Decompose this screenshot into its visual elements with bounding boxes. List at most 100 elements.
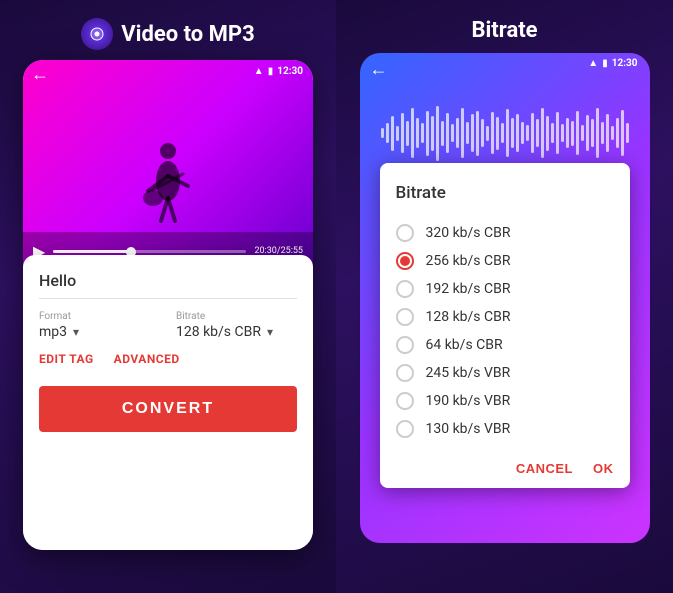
status-time-right: 12:30: [612, 58, 638, 69]
radio-options-container: 320 kb/s CBR 256 kb/s CBR 192 kb/s CBR 128 …: [396, 219, 614, 443]
convert-form: Hello Format mp3 ▾ Bitrate 128 kb/s CBR …: [23, 255, 313, 550]
radio-option-2[interactable]: 256 kb/s CBR: [396, 247, 614, 275]
radio-option-3[interactable]: 192 kb/s CBR: [396, 275, 614, 303]
radio-label-3: 192 kb/s CBR: [426, 281, 511, 297]
waveform-bar: [571, 121, 574, 146]
guitarist-image: [133, 126, 203, 240]
waveform-bar: [411, 108, 414, 158]
waveform-bar: [466, 122, 469, 144]
format-select[interactable]: mp3 ▾: [39, 324, 160, 340]
radio-option-6[interactable]: 245 kb/s VBR: [396, 359, 614, 387]
signal-icon: ▲: [254, 66, 264, 77]
radio-label-6: 245 kb/s VBR: [426, 365, 511, 381]
bitrate-select[interactable]: 128 kb/s CBR ▾: [176, 324, 297, 340]
waveform-bar: [526, 125, 529, 141]
waveform-bar: [396, 126, 399, 141]
battery-icon: ▮: [268, 66, 274, 77]
radio-circle-2: [396, 252, 414, 270]
radio-inner-2: [400, 256, 410, 266]
waveform-bar: [591, 119, 594, 147]
bitrate-dropdown-arrow: ▾: [267, 325, 273, 339]
waveform-bar: [486, 126, 489, 141]
bitrate-label: Bitrate: [176, 311, 297, 322]
file-name: Hello: [39, 271, 297, 290]
progress-bar[interactable]: [53, 250, 246, 253]
waveform-bar: [506, 109, 509, 157]
radio-circle-8: [396, 420, 414, 438]
convert-button[interactable]: CONVERT: [39, 386, 297, 432]
waveform-bar: [501, 123, 504, 143]
waveform-bar: [616, 118, 619, 148]
waveform-bar: [551, 123, 554, 143]
dialog-actions: CANCEL OK: [396, 453, 614, 476]
battery-icon-right: ▮: [602, 58, 608, 69]
waveform-bar: [606, 114, 609, 152]
form-row: Format mp3 ▾ Bitrate 128 kb/s CBR ▾: [39, 311, 297, 340]
radio-option-4[interactable]: 128 kb/s CBR: [396, 303, 614, 331]
phone-left: ▲ ▮ 12:30 ←: [23, 60, 313, 550]
radio-label-1: 320 kb/s CBR: [426, 225, 511, 241]
waveform-bar: [456, 118, 459, 148]
advanced-link[interactable]: ADVANCED: [114, 352, 180, 366]
waveform-bar: [626, 123, 629, 143]
waveform-area: [360, 93, 650, 173]
waveform-bar: [491, 112, 494, 154]
radio-circle-6: [396, 364, 414, 382]
waveform-bar: [576, 111, 579, 155]
format-label: Format: [39, 311, 160, 322]
radio-label-5: 64 kb/s CBR: [426, 337, 503, 353]
signal-icon-right: ▲: [588, 58, 598, 69]
radio-option-8[interactable]: 130 kb/s VBR: [396, 415, 614, 443]
radio-label-8: 130 kb/s VBR: [426, 421, 511, 437]
waveform-bar: [426, 111, 429, 156]
format-dropdown-arrow: ▾: [73, 325, 79, 339]
cancel-button[interactable]: CANCEL: [516, 461, 573, 476]
radio-circle-1: [396, 224, 414, 242]
waveform-bar: [596, 108, 599, 158]
radio-option-1[interactable]: 320 kb/s CBR: [396, 219, 614, 247]
waveform-bar: [386, 123, 389, 143]
video-area: ▲ ▮ 12:30 ←: [23, 60, 313, 270]
radio-circle-7: [396, 392, 414, 410]
waveform-bar: [581, 125, 584, 141]
back-arrow-left[interactable]: ←: [31, 64, 49, 85]
right-panel: Bitrate ▲ ▮ 12:30 ← Bitrate 320 kb/s CBR…: [336, 0, 673, 593]
waveform-bar: [481, 119, 484, 147]
waveform-bar: [496, 117, 499, 150]
bitrate-dialog: Bitrate 320 kb/s CBR256 kb/s CBR192 kb/s…: [380, 163, 630, 488]
music-icon: [81, 18, 113, 50]
waveform-bar: [556, 112, 559, 154]
radio-circle-3: [396, 280, 414, 298]
waveform-bar: [586, 115, 589, 151]
waveform-bar: [511, 118, 514, 148]
waveform-bar: [611, 126, 614, 140]
waveform-bar: [451, 124, 454, 142]
waveform-bar: [601, 122, 604, 144]
waveform-bar: [546, 116, 549, 151]
progress-fill: [53, 250, 130, 253]
ok-button[interactable]: OK: [593, 461, 614, 476]
radio-option-7[interactable]: 190 kb/s VBR: [396, 387, 614, 415]
waveform-bar: [536, 119, 539, 147]
waveform-bar: [561, 124, 564, 142]
right-panel-title: Bitrate: [471, 18, 537, 43]
radio-label-7: 190 kb/s VBR: [426, 393, 511, 409]
waveform-bar: [381, 128, 384, 138]
waveform-bar: [431, 116, 434, 151]
action-links: EDIT TAG ADVANCED: [39, 352, 297, 366]
waveform-bar: [471, 114, 474, 152]
waveform-bar: [521, 122, 524, 144]
radio-label-2: 256 kb/s CBR: [426, 253, 511, 269]
waveform-bar: [436, 106, 439, 161]
format-field: Format mp3 ▾: [39, 311, 160, 340]
waveform-bar: [401, 113, 404, 153]
bitrate-field: Bitrate 128 kb/s CBR ▾: [176, 311, 297, 340]
waveform-bar: [531, 113, 534, 153]
waveform-bar: [406, 121, 409, 146]
radio-option-5[interactable]: 64 kb/s CBR: [396, 331, 614, 359]
edit-tag-link[interactable]: EDIT TAG: [39, 352, 94, 366]
waveform-bar: [516, 114, 519, 152]
back-arrow-right[interactable]: ←: [370, 59, 388, 80]
waveform-bar: [461, 108, 464, 158]
radio-circle-4: [396, 308, 414, 326]
